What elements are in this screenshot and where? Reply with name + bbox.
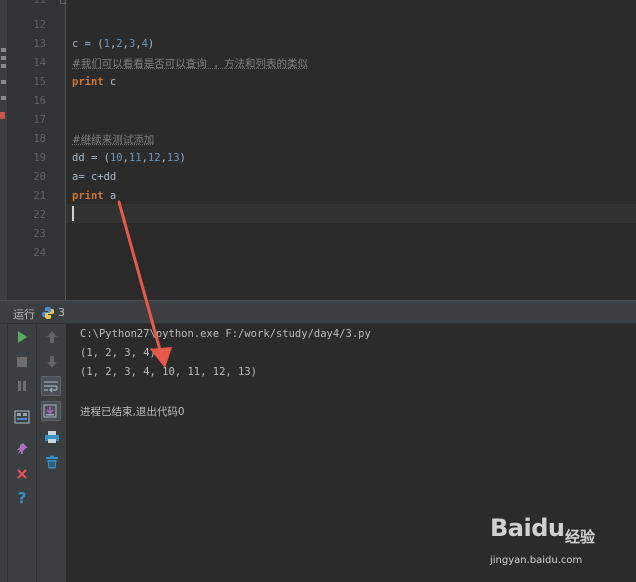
line-number: 14 <box>33 57 46 69</box>
down-arrow-icon <box>47 356 57 368</box>
clear-all-button[interactable] <box>42 452 62 472</box>
pin-tab-button[interactable] <box>12 439 32 459</box>
console-output-line: (1, 2, 3, 4) <box>80 347 156 359</box>
code-line-21: print a <box>72 190 117 202</box>
line-number: 15 <box>33 76 46 88</box>
run-left-edge <box>0 324 8 582</box>
layout-icon <box>14 410 30 424</box>
run-icon <box>18 331 27 343</box>
code-line-18-comment: #继续来测试添加 <box>72 134 155 146</box>
text-caret <box>72 206 74 221</box>
strip-mark <box>1 64 6 68</box>
fold-marker <box>60 0 66 4</box>
help-button[interactable]: ? <box>12 488 32 508</box>
line-number: 20 <box>33 171 46 183</box>
pin-icon <box>17 443 28 455</box>
code-line-14-comment: #我们可以看看是否可以查询 ，方法和列表的类似 <box>72 58 308 70</box>
run-toolbar-secondary <box>37 324 67 582</box>
print-button[interactable] <box>42 427 62 447</box>
current-line-highlight <box>66 204 636 223</box>
run-toolbar-primary: ? <box>8 324 37 582</box>
soft-wrap-icon <box>44 381 58 393</box>
line-number: 22 <box>33 209 46 221</box>
line-number: 24 <box>33 247 46 259</box>
svg-text:?: ? <box>18 490 27 506</box>
console-exit-message: 进程已结束,退出代码0 <box>80 406 185 418</box>
baidu-watermark: Baidu 经验 jingyan.baidu.com <box>490 514 630 574</box>
close-icon <box>17 469 27 479</box>
line-number: 18 <box>33 133 46 145</box>
stop-button[interactable] <box>12 352 32 372</box>
pause-button[interactable] <box>12 376 32 396</box>
strip-mark <box>1 48 6 52</box>
rerun-button[interactable] <box>12 327 32 347</box>
python-file-icon <box>42 307 54 319</box>
up-arrow-icon <box>47 331 57 343</box>
soft-wrap-toggle[interactable] <box>41 376 61 396</box>
next-occurrence-button[interactable] <box>42 352 62 372</box>
strip-mark <box>1 56 6 60</box>
stop-icon <box>17 357 27 367</box>
left-tool-strip <box>0 0 8 300</box>
error-stripe-marker <box>0 112 5 119</box>
run-panel-title: 运行 <box>13 308 35 321</box>
trash-icon <box>46 455 58 469</box>
previous-occurrence-button[interactable] <box>42 327 62 347</box>
scroll-to-end-icon <box>43 404 57 418</box>
strip-mark <box>1 80 6 84</box>
run-config-tab[interactable]: 3 <box>58 306 65 319</box>
line-number: 17 <box>33 114 46 126</box>
line-number: 16 <box>33 95 46 107</box>
line-number: 23 <box>33 228 46 240</box>
pause-icon <box>18 381 26 391</box>
scroll-to-end-toggle[interactable] <box>41 401 61 421</box>
console-output-line: (1, 2, 3, 4, 10, 11, 12, 13) <box>80 366 258 378</box>
code-line-20: a= c+dd <box>72 171 117 183</box>
restore-layout-button[interactable] <box>12 407 32 427</box>
console-command-line: C:\Python27\python.exe F:/work/study/day… <box>80 328 371 340</box>
print-icon <box>45 431 59 443</box>
line-number: 12 <box>33 19 46 31</box>
code-line-15: print c <box>72 76 117 88</box>
line-number: 13 <box>33 38 46 50</box>
watermark-jingyan: 经验 <box>565 528 596 546</box>
code-line-19: dd = (10,11,12,13) <box>72 152 186 164</box>
line-number: 11 <box>33 0 46 6</box>
line-number: 19 <box>33 152 46 164</box>
watermark-url: jingyan.baidu.com <box>490 555 583 566</box>
watermark-brand: Baidu <box>490 514 565 542</box>
code-line-13: c = (1,2,3,4) <box>72 38 155 50</box>
help-icon: ? <box>18 490 27 506</box>
close-button[interactable] <box>12 464 32 484</box>
run-panel-header: 运行 3 <box>0 300 636 324</box>
strip-mark <box>1 96 6 100</box>
line-number: 21 <box>33 190 46 202</box>
